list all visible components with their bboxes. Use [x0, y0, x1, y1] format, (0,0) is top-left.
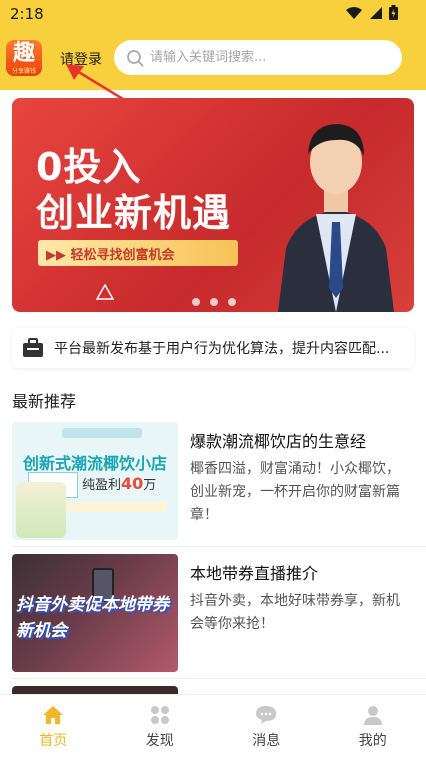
tab-profile-label: 我的 — [358, 733, 387, 749]
tab-discover-label: 发现 — [145, 733, 174, 749]
thumb-line1: 抖音外卖促本地带券 — [16, 595, 169, 615]
list-item[interactable]: 创新式潮流椰饮小店 纯盈利40万 爆款潮流椰饮店的生意经 椰香四溢，财富涌动！小… — [0, 422, 426, 552]
thumb-info-strip — [66, 502, 166, 512]
home-icon — [43, 706, 64, 724]
banner-pagination — [192, 298, 236, 306]
logo-subtitle: 分享赚钱 — [11, 68, 36, 75]
signal-icon — [370, 6, 382, 19]
section-title: 最新推荐 — [12, 392, 77, 411]
notice-text: 平台最新发布基于用户行为优化算法，提升内容匹配... — [54, 341, 390, 357]
logo-char: 趣 — [12, 41, 35, 66]
item-thumbnail: 抖音外卖促本地带券 新机会 — [12, 554, 178, 672]
item-title: 本地带券直播推介 — [190, 564, 319, 583]
notice-bar[interactable]: 平台最新发布基于用户行为优化算法，提升内容匹配... — [12, 328, 414, 368]
item-title: 爆款潮流椰饮店的生意经 — [190, 432, 367, 451]
discover-icon — [150, 706, 169, 724]
item-description: 抖音外卖，本地好味带券享，新机会等你来抢！ — [190, 593, 400, 632]
app-logo[interactable]: 趣 分享赚钱 — [6, 40, 42, 76]
thumb-brand-strip — [62, 428, 142, 438]
list-divider — [12, 546, 426, 547]
tab-messages-label: 消息 — [252, 733, 281, 749]
tab-home[interactable]: 首页 — [0, 695, 107, 757]
banner-line2: 创业新机遇 — [36, 191, 232, 235]
status-icons — [345, 5, 398, 20]
thumb-money-prefix: 纯盈利 — [82, 478, 122, 493]
tab-profile[interactable]: 我的 — [320, 695, 426, 757]
tab-messages[interactable]: 消息 — [213, 695, 320, 757]
thumb-money: 纯盈利40万 — [82, 474, 156, 493]
wifi-icon — [346, 6, 362, 19]
triangle-decoration-icon — [96, 284, 114, 300]
tab-discover[interactable]: 发现 — [107, 695, 214, 757]
thumb-drink-image — [16, 482, 66, 538]
pagination-dot[interactable] — [228, 298, 236, 306]
bottom-nav: 首页 发现 消息 我的 — [0, 694, 426, 757]
item-thumbnail: 创新式潮流椰饮小店 纯盈利40万 — [12, 422, 178, 540]
status-bar: 2:18 — [0, 0, 426, 30]
banner-person-image — [278, 124, 394, 312]
pagination-dot[interactable] — [192, 298, 200, 306]
search-input[interactable] — [150, 50, 390, 65]
briefcase-icon — [23, 338, 43, 357]
thumb-headline: 创新式潮流椰饮小店 — [22, 454, 167, 473]
thumb-money-value: 40 — [121, 474, 144, 493]
profile-icon — [363, 706, 382, 725]
battery-icon — [389, 5, 398, 20]
promo-banner[interactable]: 0投入 创业新机遇 ▶▶ 轻松寻找创富机会 — [12, 98, 414, 312]
thumb-money-unit: 万 — [143, 478, 157, 493]
message-icon — [256, 706, 277, 724]
tab-home-label: 首页 — [39, 733, 68, 749]
thumb-line2: 新机会 — [16, 621, 67, 641]
item-description: 椰香四溢，财富涌动！小众椰饮，创业新宠，一杯开启你的财富新篇章！ — [190, 461, 400, 523]
list-divider — [12, 678, 426, 679]
banner-pill: ▶▶ 轻松寻找创富机会 — [38, 240, 238, 266]
status-time: 2:18 — [10, 5, 44, 23]
list-item[interactable]: 抖音外卖促本地带券 新机会 本地带券直播推介 抖音外卖，本地好味带券享，新机会等… — [0, 554, 426, 684]
pagination-dot[interactable] — [210, 298, 218, 306]
